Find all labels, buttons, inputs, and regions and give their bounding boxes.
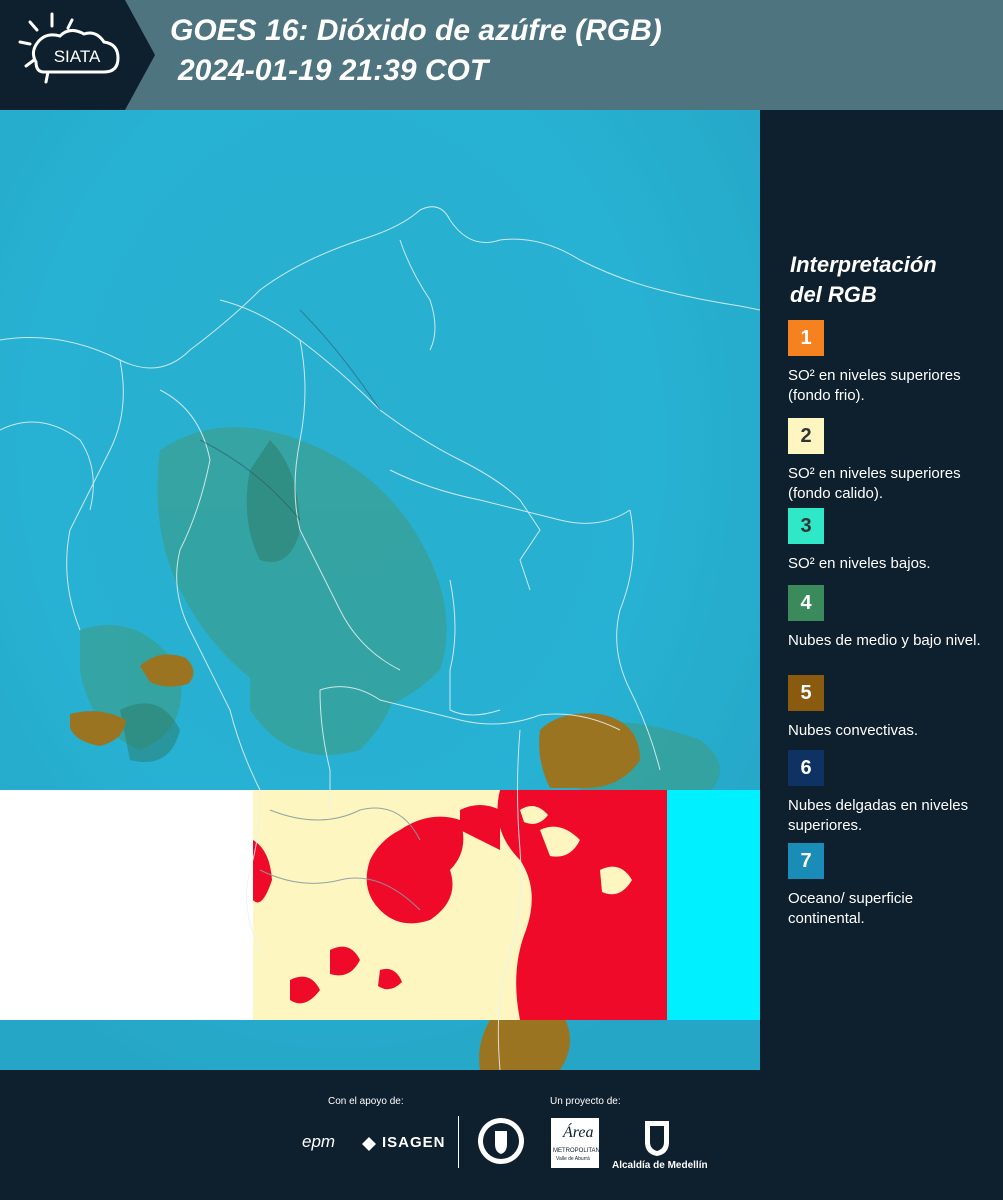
medellin-seal-icon xyxy=(478,1118,524,1164)
legend-text: Oceano/ superficie continental. xyxy=(788,890,914,927)
project-label: Un proyecto de: xyxy=(550,1096,621,1107)
missing-data-band xyxy=(0,790,253,1020)
legend-item: 6 Nubes delgadas en niveles superiores. xyxy=(788,750,993,836)
legend-title: Interpretación del RGB xyxy=(790,250,995,310)
satellite-map xyxy=(0,110,760,1070)
legend-text: SO² en niveles superiores (fondo calido)… xyxy=(788,465,961,502)
legend-swatch: 5 xyxy=(788,675,824,711)
area-logo-text: Área xyxy=(563,1124,594,1141)
legend-swatch: 1 xyxy=(788,320,824,356)
legend-text: Nubes delgadas en niveles superiores. xyxy=(788,797,969,834)
legend-text: Nubes convectivas. xyxy=(788,722,919,739)
legend-item: 1 SO² en niveles superiores (fondo frio). xyxy=(788,320,993,406)
legend-item: 2 SO² en niveles superiores (fondo calido… xyxy=(788,418,993,504)
support-label: Con el apoyo de: xyxy=(328,1096,404,1107)
footer: Con el apoyo de: epm ISAGEN Un proyecto … xyxy=(0,1070,1003,1200)
legend-item: 5 Nubes convectivas. xyxy=(788,675,993,741)
header-bar: SIATA GOES 16: Dióxido de azúfre (RGB) 2… xyxy=(0,0,1003,110)
area-logo-sub: METROPOLITANA xyxy=(553,1148,604,1154)
legend-item: 4 Nubes de medio y bajo nivel. xyxy=(788,585,993,651)
legend-swatch: 6 xyxy=(788,750,824,786)
page-title: GOES 16: Dióxido de azúfre (RGB) xyxy=(170,14,662,47)
legend-swatch: 2 xyxy=(788,418,824,454)
epm-logo: epm xyxy=(302,1132,336,1151)
legend-item: 7 Oceano/ superficie continental. xyxy=(788,843,993,929)
legend-swatch: 3 xyxy=(788,508,824,544)
legend-title-line1: Interpretación xyxy=(790,252,937,277)
legend-text: SO² en niveles superiores (fondo frio). xyxy=(788,367,961,404)
alcaldia-shield-icon xyxy=(645,1121,669,1156)
rgb-legend: Interpretación del RGB xyxy=(780,250,995,322)
legend-title-line2: del RGB xyxy=(790,282,877,307)
cyan-band xyxy=(667,790,760,1020)
legend-swatch: 7 xyxy=(788,843,824,879)
area-metropolitana-logo: Área METROPOLITANA Valle de Aburrá xyxy=(551,1118,604,1168)
area-logo-sub2: Valle de Aburrá xyxy=(556,1156,590,1162)
footer-divider xyxy=(458,1116,459,1168)
legend-text: SO² en niveles bajos. xyxy=(788,555,931,572)
isagen-logo: ISAGEN xyxy=(382,1134,446,1151)
page-timestamp: 2024-01-19 21:39 COT xyxy=(178,54,489,87)
isagen-icon xyxy=(362,1137,376,1151)
legend-swatch: 4 xyxy=(788,585,824,621)
header-logo-block: SIATA xyxy=(0,0,155,110)
alcaldia-label: Alcaldía de Medellín xyxy=(612,1160,708,1171)
legend-text: Nubes de medio y bajo nivel. xyxy=(788,632,981,649)
legend-item: 3 SO² en niveles bajos. xyxy=(788,508,993,574)
brand-label: SIATA xyxy=(54,47,101,66)
